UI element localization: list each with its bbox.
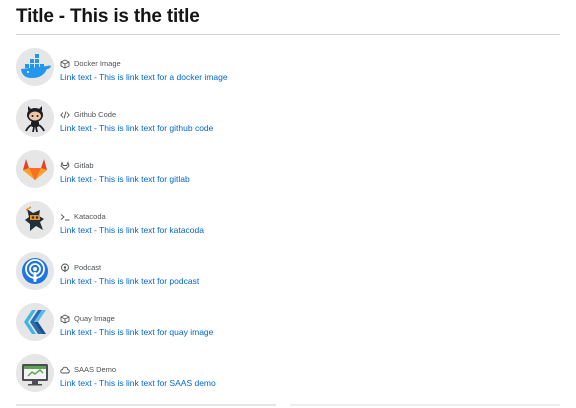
list-item-github: Github Code Link text - This is link tex… [16,99,560,150]
terminal-icon [60,212,70,222]
item-link[interactable]: Link text - This is link text for quay i… [60,327,213,337]
item-link[interactable]: Link text - This is link text for kataco… [60,225,204,235]
item-link[interactable]: Link text - This is link text for a dock… [60,72,228,82]
cloud-icon [60,365,70,375]
page-title: Title - This is the title [16,6,200,27]
item-link[interactable]: Link text - This is link text for SAAS d… [60,378,216,388]
type-label: Gitlab [74,161,94,170]
list-item-katacoda: Katacoda Link text - This is link text f… [16,201,560,252]
title-divider [16,34,560,35]
type-label: Github Code [74,110,117,119]
gitlab-small-icon [60,160,70,171]
github-octocat-icon [16,99,54,137]
list-item-podcast: Podcast Link text - This is link text fo… [16,252,560,303]
type-label: Podcast [74,263,102,272]
bottom-divider [16,404,276,406]
quay-icon [16,303,54,341]
saas-demo-icon [16,354,54,392]
podcast-small-icon [60,263,70,273]
code-icon [60,110,70,120]
type-label: Quay Image [74,314,115,323]
bottom-divider [290,404,560,406]
cube-icon [60,313,70,324]
katacoda-icon [16,201,54,239]
gitlab-fox-icon [16,150,54,188]
podcast-icon [16,252,54,290]
docker-whale-icon [16,48,54,86]
type-label: SAAS Demo [74,365,117,374]
resource-list: Docker Image Link text - This is link te… [16,48,560,405]
item-link[interactable]: Link text - This is link text for podcas… [60,276,199,286]
type-label: Docker Image [74,59,121,68]
type-label: Katacoda [74,212,106,221]
item-link[interactable]: Link text - This is link text for github… [60,123,213,133]
list-item-gitlab: Gitlab Link text - This is link text for… [16,150,560,201]
list-item-docker: Docker Image Link text - This is link te… [16,48,560,99]
list-item-quay: Quay Image Link text - This is link text… [16,303,560,354]
item-link[interactable]: Link text - This is link text for gitlab [60,174,190,184]
list-item-saas-demo: SAAS Demo Link text - This is link text … [16,354,560,405]
cube-icon [60,58,70,69]
